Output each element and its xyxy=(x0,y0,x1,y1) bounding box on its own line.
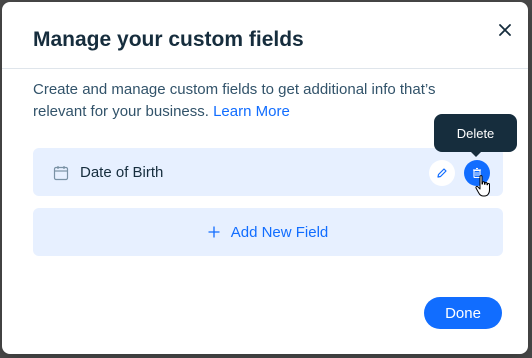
close-icon[interactable] xyxy=(499,24,511,36)
custom-field-row[interactable]: Date of Birth xyxy=(33,148,503,196)
delete-tooltip: Delete xyxy=(434,114,517,157)
hand-pointer-icon xyxy=(475,175,490,197)
divider xyxy=(2,68,528,69)
field-label: Date of Birth xyxy=(80,164,164,181)
custom-fields-modal: Manage your custom fields Create and man… xyxy=(2,2,528,354)
modal-title: Manage your custom fields xyxy=(33,28,304,51)
modal-description: Create and manage custom fields to get a… xyxy=(33,79,473,123)
calendar-icon xyxy=(53,166,69,181)
done-button[interactable]: Done xyxy=(424,297,502,329)
pencil-icon xyxy=(437,168,447,178)
plus-icon xyxy=(208,226,220,238)
learn-more-link[interactable]: Learn More xyxy=(213,103,290,120)
close-button[interactable] xyxy=(493,18,517,42)
add-new-field-label: Add New Field xyxy=(230,223,329,241)
edit-field-button[interactable] xyxy=(429,160,455,186)
add-new-field-button[interactable]: Add New Field xyxy=(33,208,503,256)
